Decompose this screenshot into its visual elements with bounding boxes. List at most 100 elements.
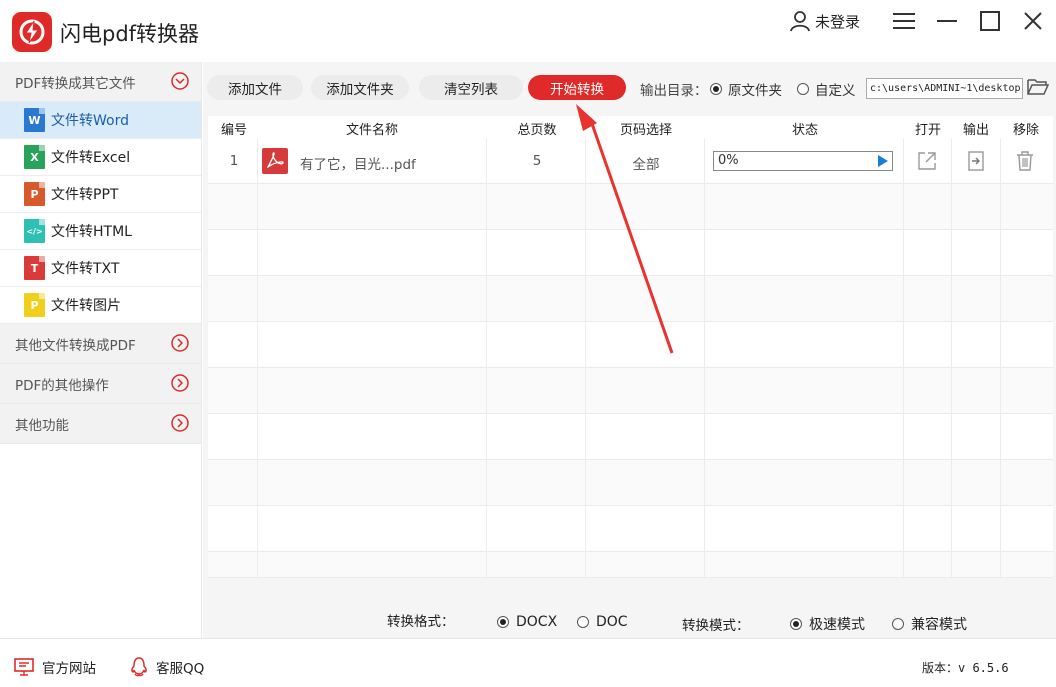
sidebar-item-txt[interactable]: T 文件转TXT [0, 250, 201, 287]
close-icon [1024, 12, 1042, 30]
sidebar-item-label: 文件转Excel [51, 150, 131, 166]
minimize-button[interactable] [932, 6, 962, 36]
user-icon [790, 11, 810, 32]
maximize-button[interactable] [975, 6, 1005, 36]
header-output: 输出 [962, 123, 989, 138]
table-row[interactable]: 1 有了它，目光...pdf 5 全部 0% [208, 138, 1053, 184]
header-index: 编号 [220, 123, 247, 138]
remove-file-button[interactable] [1016, 151, 1034, 175]
official-website-link[interactable]: 官方网站 [14, 657, 96, 677]
chevron-right-icon [171, 334, 189, 352]
header-status: 状态 [791, 123, 818, 138]
sidebar-item-label: 文件转PPT [51, 187, 119, 203]
txt-file-icon: T [24, 256, 45, 280]
browse-folder-button[interactable] [1027, 77, 1050, 101]
sidebar-item-word[interactable]: W 文件转Word [0, 102, 201, 139]
external-link-icon [918, 152, 936, 170]
open-file-button[interactable] [917, 151, 937, 175]
sidebar-group-pdf-to-other[interactable]: PDF转换成其它文件 [0, 62, 201, 102]
sidebar-item-label: 文件转Word [51, 113, 129, 129]
row-page-range[interactable]: 全部 [588, 153, 704, 173]
ppt-file-icon: P [24, 182, 45, 206]
export-icon [968, 151, 984, 171]
sidebar-group-other-to-pdf[interactable]: 其他文件转换成PDF [0, 324, 201, 364]
conversion-options: 转换格式： DOCX DOC 转换模式： 极速模式 兼容模式 [203, 592, 1056, 638]
table-row-empty [208, 276, 1053, 322]
output-file-button[interactable] [967, 151, 985, 175]
chevron-right-icon [171, 374, 189, 392]
login-label: 未登录 [815, 12, 861, 31]
sidebar-item-label: 文件转TXT [51, 261, 120, 277]
output-source-folder-radio[interactable]: 原文件夹 [710, 79, 782, 99]
folder-open-icon [1027, 79, 1050, 95]
clear-list-button[interactable]: 清空列表 [419, 75, 523, 100]
title-bar: 闪电pdf转换器 未登录 [0, 0, 1056, 62]
sidebar-group-label: 其他文件转换成PDF [15, 337, 136, 354]
format-docx-radio[interactable]: DOCX [497, 614, 557, 630]
mode-compat-radio[interactable]: 兼容模式 [892, 614, 967, 634]
sidebar-group-other-features[interactable]: 其他功能 [0, 404, 201, 444]
header-remove: 移除 [1012, 123, 1039, 138]
column-divider [704, 138, 705, 578]
format-doc-label: DOC [596, 614, 628, 630]
version-text: 版本：v 6.5.6 [922, 661, 1009, 675]
radio-unchecked-icon [577, 616, 589, 628]
radio-checked-icon [497, 616, 509, 628]
column-divider [257, 138, 258, 578]
row-index: 1 [229, 153, 239, 169]
sidebar-item-image[interactable]: P 文件转图片 [0, 287, 201, 324]
pdf-file-icon [262, 148, 288, 178]
play-icon[interactable] [878, 155, 888, 167]
radio-checked-icon [790, 618, 802, 630]
monitor-icon [14, 658, 34, 676]
format-doc-radio[interactable]: DOC [577, 614, 628, 630]
row-progress-bar: 0% [713, 151, 893, 171]
login-button[interactable]: 未登录 [790, 8, 860, 34]
row-progress-text: 0% [718, 153, 739, 168]
maximize-icon [980, 11, 1000, 31]
customer-qq-link[interactable]: 客服QQ [130, 657, 204, 677]
sidebar-group-label: 其他功能 [15, 417, 69, 434]
table-row-empty [208, 506, 1053, 552]
sidebar-item-label: 文件转HTML [51, 224, 132, 240]
qq-icon [131, 657, 147, 677]
image-file-icon: P [24, 293, 45, 317]
sidebar-group-label: PDF的其他操作 [15, 377, 109, 394]
header-filename: 文件名称 [345, 123, 398, 138]
html-file-icon: </> [24, 219, 45, 243]
customer-qq-label: 客服QQ [156, 661, 205, 677]
header-pages: 总页数 [517, 123, 557, 138]
row-filename: 有了它，目光...pdf [300, 157, 416, 173]
table-row-empty [208, 414, 1053, 460]
column-divider [1000, 138, 1001, 578]
output-custom-label: 自定义 [815, 83, 856, 99]
output-custom-radio[interactable]: 自定义 [797, 79, 856, 99]
sidebar-item-excel[interactable]: X 文件转Excel [0, 139, 201, 176]
radio-checked-icon [710, 83, 722, 95]
close-button[interactable] [1018, 6, 1048, 36]
footer: 官方网站 客服QQ 版本：v 6.5.6 [0, 638, 1056, 687]
start-convert-button[interactable]: 开始转换 [528, 75, 626, 100]
sidebar-group-label: PDF转换成其它文件 [15, 75, 136, 92]
hamburger-icon [893, 13, 915, 29]
excel-file-icon: X [24, 145, 45, 169]
sidebar-item-ppt[interactable]: P 文件转PPT [0, 176, 201, 213]
header-open: 打开 [914, 123, 941, 138]
table-row-empty [208, 552, 1053, 578]
mode-fast-label: 极速模式 [809, 617, 865, 633]
sidebar-item-html[interactable]: </> 文件转HTML [0, 213, 201, 250]
table-row-empty [208, 322, 1053, 368]
mode-fast-radio[interactable]: 极速模式 [790, 614, 865, 634]
output-path-field[interactable]: c:\users\ADMINI~1\desktop [866, 78, 1023, 99]
app-title: 闪电pdf转换器 [60, 22, 200, 46]
sidebar-group-pdf-operations[interactable]: PDF的其他操作 [0, 364, 201, 404]
column-divider [486, 138, 487, 578]
minimize-icon [937, 20, 957, 22]
table-row-empty [208, 460, 1053, 506]
add-folder-button[interactable]: 添加文件夹 [311, 75, 409, 100]
file-table: 编号 文件名称 总页数 页码选择 状态 打开 输出 移除 1 有了它，目光...… [208, 116, 1053, 578]
add-file-button[interactable]: 添加文件 [207, 75, 303, 100]
menu-button[interactable] [889, 6, 919, 36]
table-header: 编号 文件名称 总页数 页码选择 状态 打开 输出 移除 [208, 116, 1053, 138]
word-file-icon: W [24, 108, 45, 132]
